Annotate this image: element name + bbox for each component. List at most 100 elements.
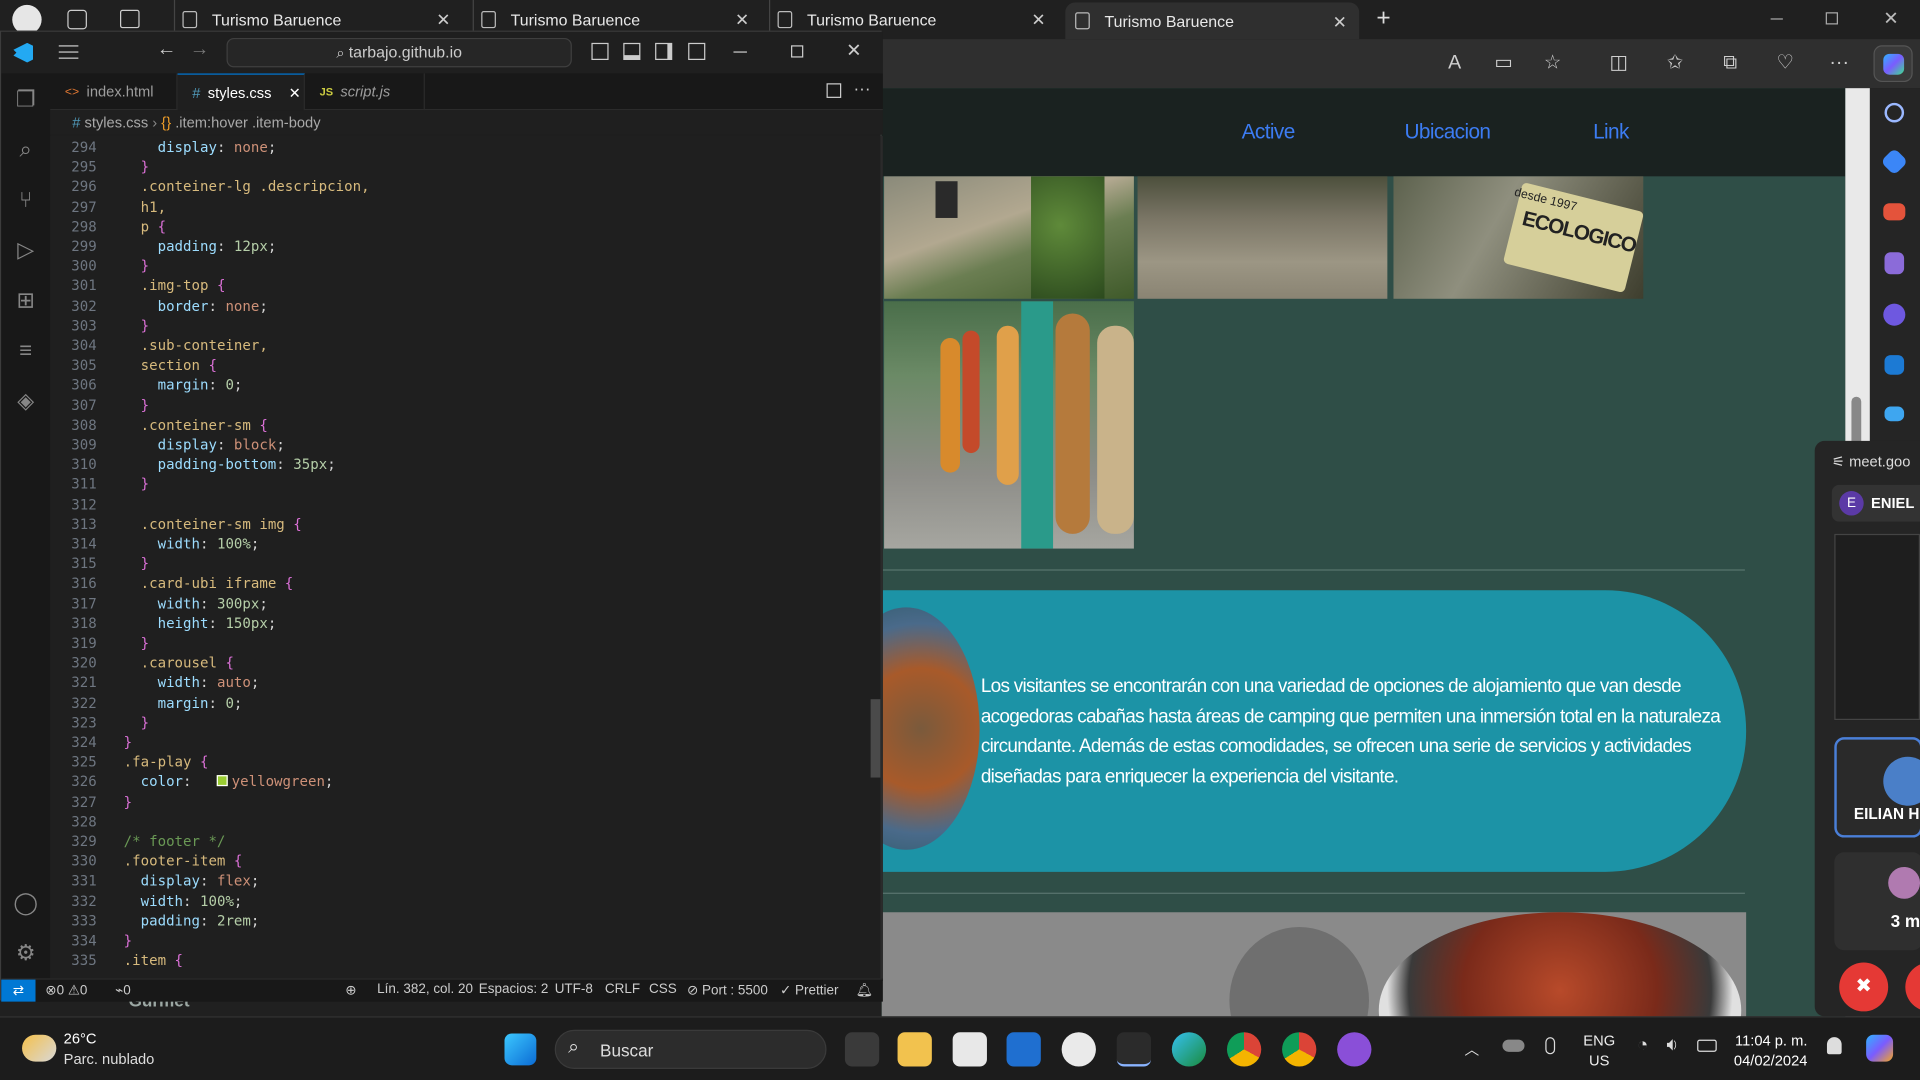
run-debug-icon[interactable]: ▷: [12, 236, 39, 263]
screen-share-thumbnail[interactable]: [1834, 533, 1920, 721]
favorites-icon[interactable]: ✩: [1663, 51, 1687, 75]
extensions-icon[interactable]: ⊞: [12, 287, 39, 314]
split-screen-icon[interactable]: ◫: [1607, 51, 1631, 75]
restore-icon[interactable]: [1825, 12, 1838, 25]
search-icon[interactable]: [1884, 102, 1905, 123]
taskbar-search[interactable]: ⌕ Buscar: [554, 1029, 827, 1069]
minimize-icon[interactable]: [733, 51, 747, 53]
participant-tile[interactable]: EILIAN H: [1834, 737, 1920, 838]
clock[interactable]: 11:04 p. m. 04/02/2024: [1734, 1031, 1808, 1070]
show-hidden-icons-chevron[interactable]: ︿: [1465, 1038, 1480, 1059]
remote-indicator-icon[interactable]: ⇄: [1, 979, 36, 1002]
vertical-tabs-icon[interactable]: [120, 9, 140, 29]
toggle-sidebar-icon[interactable]: [591, 42, 609, 61]
command-center[interactable]: ⌕ tarbajo.github.io: [226, 37, 572, 68]
source-control-icon[interactable]: ⑂: [12, 186, 39, 213]
microphone-icon[interactable]: [1545, 1037, 1556, 1055]
hp-app-icon[interactable]: [1006, 1032, 1041, 1067]
tools-icon[interactable]: [1883, 203, 1906, 221]
notifications-bell-icon[interactable]: 🔔︎: [856, 982, 873, 998]
back-arrow-icon[interactable]: ←: [157, 39, 177, 61]
live-server-port[interactable]: ⊘ Port : 5500: [687, 982, 768, 998]
file-explorer-icon[interactable]: [897, 1032, 932, 1067]
favorite-star-icon[interactable]: ☆: [1540, 51, 1564, 75]
settings-gear-icon[interactable]: ⚙: [12, 939, 39, 966]
tab-script-js[interactable]: JS script.js: [305, 73, 425, 111]
prettier-status[interactable]: ✓ Prettier: [780, 982, 838, 998]
browser-tab-active[interactable]: Turismo Baruence ✕: [1065, 2, 1360, 40]
wifi-icon[interactable]: ◔: [1637, 1035, 1648, 1056]
tab-styles-css[interactable]: # styles.css ✕: [177, 73, 305, 111]
volume-icon[interactable]: 🔉︎: [1667, 1035, 1679, 1056]
chrome-icon[interactable]: [1226, 1032, 1262, 1067]
search-icon[interactable]: ⌕: [12, 136, 39, 163]
github-icon[interactable]: [1337, 1032, 1372, 1067]
more-actions-icon[interactable]: ···: [853, 78, 870, 98]
copilot-icon[interactable]: [1873, 45, 1913, 83]
split-editor-icon[interactable]: [826, 83, 842, 98]
immersive-reader-icon[interactable]: ▭: [1491, 51, 1515, 75]
language-indicator[interactable]: ENG US: [1583, 1031, 1615, 1070]
nav-link-ubicacion[interactable]: Ubicacion: [1405, 120, 1492, 144]
notifications-bell-icon[interactable]: [1826, 1037, 1842, 1055]
edge-taskbar-icon[interactable]: [1171, 1032, 1207, 1067]
close-tab-icon[interactable]: ✕: [735, 10, 749, 31]
games-icon[interactable]: [1884, 252, 1905, 275]
close-window-icon[interactable]: ✕: [1883, 7, 1898, 30]
camera-button[interactable]: [1905, 962, 1920, 1012]
customize-layout-icon[interactable]: [688, 42, 706, 61]
more-menu-icon[interactable]: ···: [1827, 51, 1851, 75]
code-editor[interactable]: 294 display: none; 295 } 296 .conteiner-lg…: [50, 135, 883, 981]
maximize-icon[interactable]: [791, 45, 804, 58]
task-view-icon[interactable]: [844, 1032, 880, 1067]
ports-indicator[interactable]: ⌁0: [115, 982, 131, 998]
collections-icon[interactable]: ⧉: [1718, 51, 1742, 75]
scrollbar-thumb[interactable]: [1851, 396, 1862, 446]
send-icon[interactable]: [1884, 406, 1905, 422]
read-aloud-icon[interactable]: A: [1442, 51, 1466, 75]
toggle-secondary-sidebar-icon[interactable]: [655, 42, 673, 61]
store-icon[interactable]: [952, 1032, 987, 1067]
outlook-icon[interactable]: [1884, 355, 1905, 375]
workspaces-icon[interactable]: [67, 9, 87, 30]
close-tab-icon[interactable]: ✕: [1333, 12, 1347, 33]
nav-link-active[interactable]: Active: [1242, 120, 1296, 144]
problems-indicator[interactable]: ⊗0 ⚠0: [45, 982, 87, 998]
zoom-icon[interactable]: ⊕: [345, 982, 356, 998]
cursor-position[interactable]: Lín. 382, col. 20: [377, 982, 473, 997]
chrome-profile-icon[interactable]: [1282, 1032, 1317, 1067]
shopping-tag-icon[interactable]: [1880, 147, 1909, 176]
close-tab-icon[interactable]: ✕: [289, 84, 301, 101]
battery-icon[interactable]: [1697, 1039, 1717, 1052]
participants-tile[interactable]: 3 m: [1834, 852, 1920, 951]
menu-icon[interactable]: [58, 45, 79, 59]
github-desktop-icon[interactable]: [1061, 1032, 1096, 1067]
breadcrumb-symbol[interactable]: .item:hover .item-body: [175, 114, 320, 131]
m365-icon[interactable]: [1883, 303, 1906, 326]
line-ending[interactable]: CRLF: [605, 982, 640, 997]
vscode-taskbar-icon[interactable]: [1116, 1032, 1152, 1067]
new-tab-button[interactable]: +: [1376, 5, 1390, 33]
indentation[interactable]: Espacios: 2: [479, 982, 549, 997]
onedrive-icon[interactable]: [1502, 1039, 1525, 1052]
participant-row[interactable]: E ENIEL: [1831, 484, 1920, 522]
account-icon[interactable]: ◯: [12, 889, 39, 916]
minimize-icon[interactable]: [1770, 18, 1783, 20]
close-tab-icon[interactable]: ✕: [436, 10, 450, 31]
copilot-taskbar-icon[interactable]: [1866, 1034, 1894, 1062]
windows-start-icon[interactable]: [504, 1033, 537, 1066]
editor-scrollbar-thumb[interactable]: [870, 699, 881, 778]
nav-link-link[interactable]: Link: [1593, 120, 1629, 144]
encoding[interactable]: UTF-8: [555, 982, 593, 997]
tab-index-html[interactable]: <> index.html: [50, 73, 178, 111]
layers-icon[interactable]: ◈: [12, 387, 39, 414]
language-mode[interactable]: CSS: [649, 982, 677, 997]
close-icon[interactable]: ✕: [846, 39, 861, 61]
close-tab-icon[interactable]: ✕: [1031, 10, 1045, 31]
database-icon[interactable]: ≡: [12, 337, 39, 364]
mute-microphone-button[interactable]: ✖: [1839, 962, 1889, 1012]
breadcrumb-file[interactable]: styles.css: [85, 114, 149, 131]
explorer-icon[interactable]: ❐: [12, 86, 39, 113]
forward-arrow-icon[interactable]: →: [190, 39, 210, 61]
weather-widget[interactable]: 26°C Parc. nublado: [22, 1030, 206, 1072]
